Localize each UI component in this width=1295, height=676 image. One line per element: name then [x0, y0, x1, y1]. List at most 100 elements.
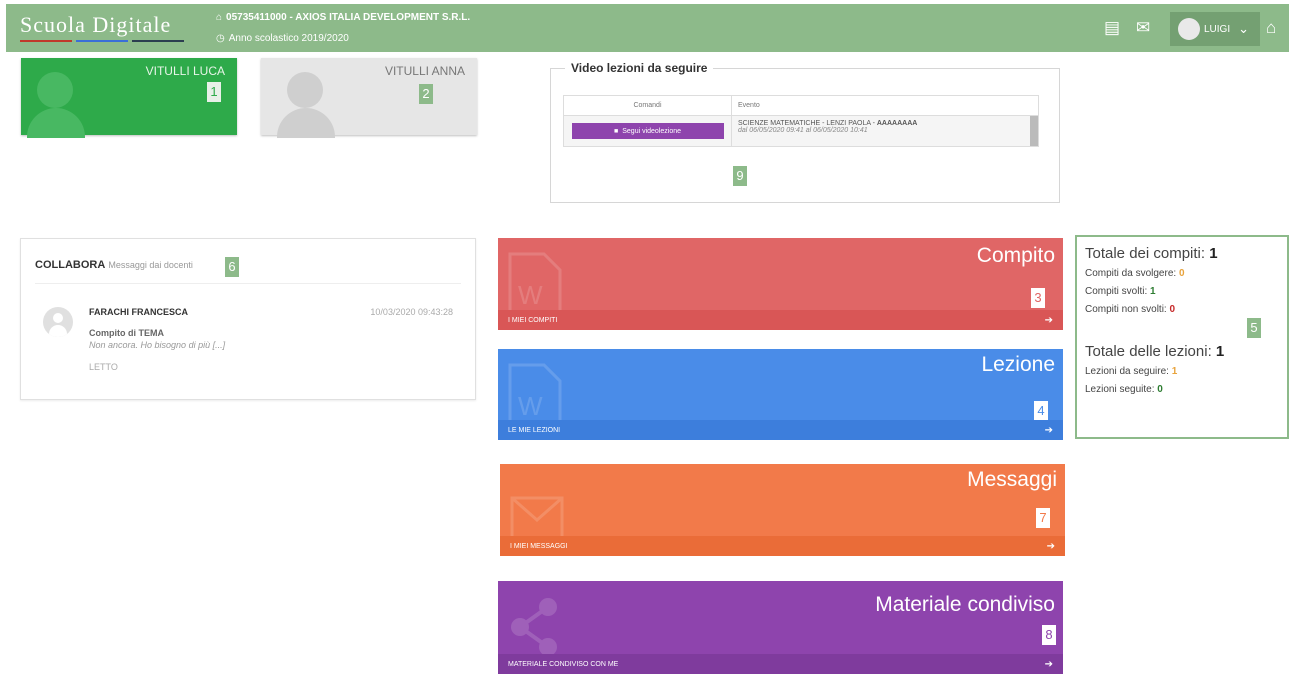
collabora-title: COLLABORA Messaggi dai docenti [35, 259, 193, 271]
annotation-badge: 8 [1042, 625, 1056, 645]
lessons-todo-label: Lezioni da seguire: [1085, 366, 1169, 377]
tile-footer-label: I MIEI MESSAGGI [510, 542, 568, 550]
tile-title: Compito [976, 244, 1055, 267]
message-sender[interactable]: FARACHI FRANCESCA [89, 307, 188, 317]
envelope-icon [510, 496, 564, 540]
student-avatar-body [27, 108, 85, 138]
tile-title: Lezione [981, 353, 1055, 376]
col-event: Evento [738, 102, 760, 109]
arrow-circle-icon: ➔ [1046, 540, 1055, 552]
school-home-icon: ⌂ [216, 12, 223, 23]
tile-footer[interactable]: I MIEI MESSAGGI ➔ [500, 536, 1065, 556]
message-date: 10/03/2020 09:43:28 [370, 307, 453, 317]
building-icon[interactable]: ▤ [1104, 18, 1120, 38]
annotation-badge: 1 [207, 82, 221, 102]
student-tile-luca[interactable]: VITULLI LUCA 1 [21, 58, 237, 138]
arrow-circle-icon: ➔ [1044, 658, 1053, 670]
svg-text:W: W [518, 391, 543, 421]
message-subject[interactable]: Compito di TEMA [89, 328, 164, 338]
video-camera-icon: ■ [614, 127, 619, 135]
collabora-panel: COLLABORA Messaggi dai docenti 6 FARACHI… [20, 238, 476, 400]
user-menu[interactable]: LUIGI ⌄ [1170, 12, 1260, 46]
home-icon[interactable]: ⌂ [1266, 18, 1276, 38]
tasks-todo: Compiti da svolgere: 0 [1085, 268, 1279, 279]
event-cell: SCIENZE MATEMATICHE - LENZI PAOLA - AAAA… [732, 116, 1030, 146]
tile-compito[interactable]: W Compito 3 I MIEI COMPITI ➔ [498, 238, 1063, 330]
scrollbar[interactable] [1030, 116, 1038, 146]
annotation-badge: 3 [1031, 288, 1045, 308]
message-status: LETTO [89, 362, 118, 372]
school-code-name: 05735411000 - AXIOS ITALIA DEVELOPMENT S… [226, 12, 471, 23]
tasks-todo-value: 0 [1178, 268, 1185, 279]
tile-footer[interactable]: MATERIALE CONDIVISO CON ME ➔ [498, 654, 1063, 674]
document-icon: W [508, 252, 562, 316]
student-avatar-body [277, 108, 335, 138]
document-icon: W [508, 363, 562, 427]
tasks-done: Compiti svolti: 1 [1085, 286, 1279, 297]
tile-lezione[interactable]: W Lezione 4 LE MIE LEZIONI ➔ [498, 349, 1063, 440]
stats-panel: Totale dei compiti: 1 Compiti da svolger… [1075, 235, 1289, 439]
annotation-badge: 9 [733, 166, 747, 186]
student-avatar-icon [37, 72, 73, 108]
tasks-notdone-label: Compiti non svolti: [1085, 304, 1167, 315]
video-lessons-panel: Video lezioni da seguire Comandi Evento … [550, 61, 1060, 203]
video-lessons-title: Video lezioni da seguire [565, 61, 714, 75]
collabora-subtitle: Messaggi dai docenti [108, 260, 193, 270]
message-preview: Non ancora. Ho bisogno di più [...] [89, 340, 226, 350]
tasks-notdone-value: 0 [1169, 304, 1176, 315]
arrow-circle-icon: ➔ [1044, 314, 1053, 326]
follow-button-label: Segui videolezione [622, 127, 681, 135]
student-name: VITULLI ANNA [384, 64, 465, 78]
annotation-badge: 5 [1247, 318, 1261, 338]
lessons-total: Totale delle lezioni: 1 [1085, 343, 1279, 360]
video-lessons-table: Comandi Evento ■ Segui videolezione SCIE… [563, 95, 1039, 147]
logo-text: Scuola Digitale [20, 12, 172, 37]
user-name: LUIGI [1204, 23, 1231, 35]
event-subject: SCIENZE MATEMATICHE - LENZI PAOLA - [738, 120, 877, 127]
tasks-done-label: Compiti svolti: [1085, 286, 1148, 297]
annotation-badge: 6 [225, 257, 239, 277]
lessons-todo-value: 1 [1171, 366, 1178, 377]
event-dates: dal 06/05/2020 09:41 al 06/05/2020 10:41 [738, 127, 868, 134]
lessons-done-label: Lezioni seguite: [1085, 384, 1155, 395]
annotation-badge: 4 [1034, 401, 1048, 421]
lessons-todo: Lezioni da seguire: 1 [1085, 366, 1279, 377]
divider [35, 283, 461, 284]
school-info: ⌂ 05735411000 - AXIOS ITALIA DEVELOPMENT … [216, 12, 470, 44]
avatar [1178, 18, 1200, 40]
tile-title: Materiale condiviso [875, 593, 1055, 616]
tasks-total-label: Totale dei compiti: [1085, 245, 1206, 262]
tasks-todo-label: Compiti da svolgere: [1085, 268, 1177, 279]
lessons-total-label: Totale delle lezioni: [1085, 343, 1212, 360]
school-year: Anno scolastico 2019/2020 [228, 33, 349, 44]
tile-footer-label: LE MIE LEZIONI [508, 426, 561, 434]
table-row: ■ Segui videolezione SCIENZE MATEMATICHE… [564, 116, 1038, 146]
tile-footer[interactable]: I MIEI COMPITI ➔ [498, 310, 1063, 330]
app-logo[interactable]: Scuola Digitale [20, 12, 184, 42]
tasks-done-value: 1 [1150, 286, 1156, 297]
tile-messaggi[interactable]: Messaggi 7 I MIEI MESSAGGI ➔ [500, 464, 1065, 556]
tile-title: Messaggi [967, 468, 1057, 491]
lessons-done: Lezioni seguite: 0 [1085, 384, 1279, 395]
follow-video-lesson-button[interactable]: ■ Segui videolezione [571, 123, 724, 139]
logo-underline [20, 40, 184, 42]
annotation-badge: 7 [1036, 508, 1050, 528]
collabora-heading: COLLABORA [35, 259, 106, 271]
table-header: Comandi Evento [564, 96, 1038, 116]
col-commands: Comandi [564, 96, 732, 115]
share-icon [511, 598, 557, 656]
tasks-not-done: Compiti non svolti: 0 [1085, 304, 1279, 315]
top-header: Scuola Digitale ⌂ 05735411000 - AXIOS ITA… [6, 4, 1289, 52]
tile-footer[interactable]: LE MIE LEZIONI ➔ [498, 420, 1063, 440]
tile-footer-label: I MIEI COMPITI [508, 316, 558, 324]
svg-text:W: W [518, 280, 543, 310]
student-tile-anna[interactable]: VITULLI ANNA 2 [261, 58, 477, 138]
event-name: AAAAAAAA [876, 120, 918, 127]
arrow-circle-icon: ➔ [1044, 424, 1053, 436]
sender-avatar-icon [43, 307, 73, 337]
tile-materiale-condiviso[interactable]: Materiale condiviso 8 MATERIALE CONDIVIS… [498, 581, 1063, 674]
mail-icon[interactable]: ✉ [1136, 18, 1150, 38]
clock-icon: ◷ [216, 33, 225, 44]
chevron-down-icon: ⌄ [1238, 21, 1250, 36]
lessons-done-value: 0 [1157, 384, 1163, 395]
